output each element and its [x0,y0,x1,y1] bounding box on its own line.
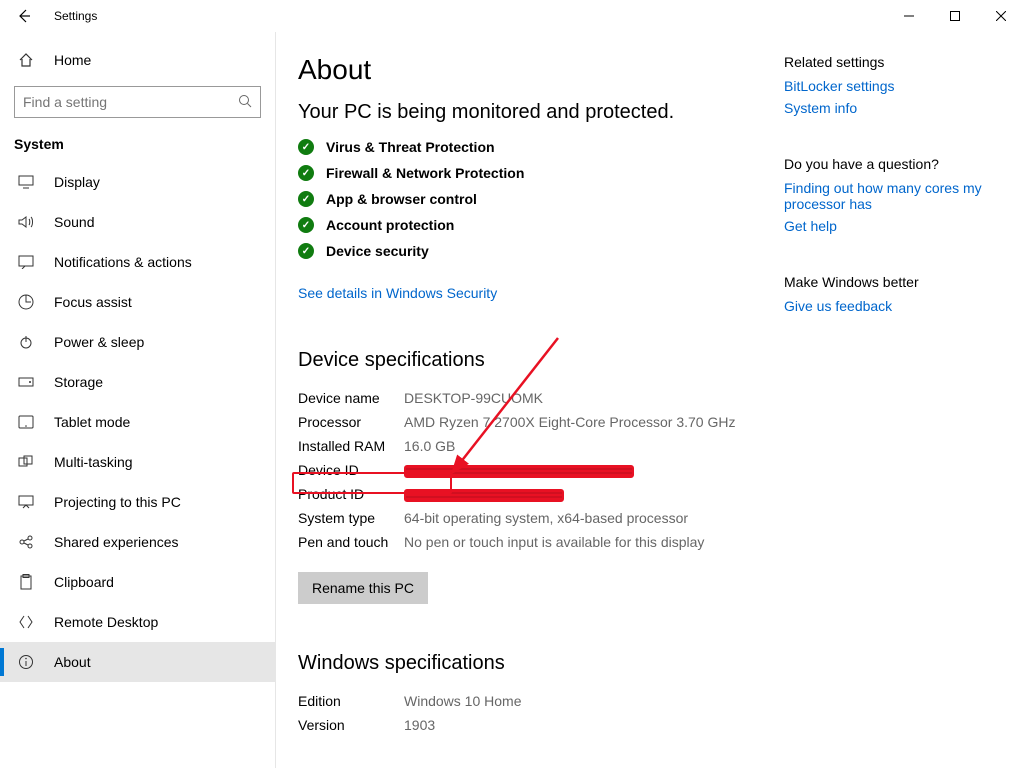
minimize-icon [904,11,914,21]
search-icon [238,94,252,111]
spec-row-device-id: Device ID [298,458,764,482]
sidebar-item-display[interactable]: Display [0,162,275,202]
sidebar-section-label: System [0,128,275,162]
projecting-icon [16,495,36,509]
sidebar-item-label: Tablet mode [54,414,130,430]
maximize-icon [950,11,960,21]
remote-icon [16,615,36,629]
spec-row-edition: Edition Windows 10 Home [298,689,764,713]
home-icon [16,52,36,68]
spec-row-pen-touch: Pen and touch No pen or touch input is a… [298,530,764,554]
search-input[interactable] [23,94,238,110]
about-icon [16,654,36,670]
window-controls [886,0,1024,32]
protection-heading: Your PC is being monitored and protected… [298,100,764,125]
protection-item: ✓Firewall & Network Protection [298,165,764,181]
sidebar-item-label: Display [54,174,100,190]
shared-icon [16,534,36,550]
search-box[interactable] [14,86,261,118]
back-arrow-icon [17,9,31,23]
sidebar-item-multitasking[interactable]: Multi-tasking [0,442,275,482]
notifications-icon [16,255,36,269]
display-icon [16,175,36,189]
focus-assist-icon [16,294,36,310]
bitlocker-link[interactable]: BitLocker settings [784,78,1004,94]
device-spec-heading: Device specifications [298,349,764,372]
cores-link[interactable]: Finding out how many cores my processor … [784,180,1004,212]
get-help-link[interactable]: Get help [784,218,1004,234]
close-icon [996,11,1006,21]
spec-row-product-id: Product ID [298,482,764,506]
sidebar-item-label: Sound [54,214,94,230]
back-button[interactable] [8,0,40,32]
redacted-value [404,486,764,502]
window-title: Settings [54,9,97,23]
page-title: About [298,54,764,86]
multitasking-icon [16,455,36,469]
clipboard-icon [16,574,36,590]
minimize-button[interactable] [886,0,932,32]
check-icon: ✓ [298,243,314,259]
sidebar-item-storage[interactable]: Storage [0,362,275,402]
rename-pc-button[interactable]: Rename this PC [298,572,428,604]
sidebar-item-label: About [54,654,91,670]
maximize-button[interactable] [932,0,978,32]
sidebar-item-label: Focus assist [54,294,132,310]
sidebar-item-label: Notifications & actions [54,254,192,270]
protection-item: ✓Virus & Threat Protection [298,139,764,155]
check-icon: ✓ [298,165,314,181]
windows-spec-table: Edition Windows 10 Home Version 1903 [298,689,764,737]
sidebar-item-sound[interactable]: Sound [0,202,275,242]
aside: Related settings BitLocker settings Syst… [784,54,1004,768]
spec-row-processor: Processor AMD Ryzen 7 2700X Eight-Core P… [298,410,764,434]
windows-spec-heading: Windows specifications [298,652,764,675]
sidebar: Home System Display Sound Notifications … [0,32,276,768]
sound-icon [16,215,36,229]
sidebar-item-label: Remote Desktop [54,614,158,630]
storage-icon [16,377,36,387]
check-icon: ✓ [298,191,314,207]
protection-list: ✓Virus & Threat Protection ✓Firewall & N… [298,139,764,259]
check-icon: ✓ [298,217,314,233]
sidebar-home[interactable]: Home [0,40,275,80]
sidebar-item-focus-assist[interactable]: Focus assist [0,282,275,322]
protection-item: ✓Device security [298,243,764,259]
close-button[interactable] [978,0,1024,32]
protection-item: ✓Account protection [298,217,764,233]
check-icon: ✓ [298,139,314,155]
sidebar-item-tablet[interactable]: Tablet mode [0,402,275,442]
better-heading: Make Windows better [784,274,1004,290]
sidebar-item-remote[interactable]: Remote Desktop [0,602,275,642]
spec-row-device-name: Device name DESKTOP-99CUOMK [298,386,764,410]
related-heading: Related settings [784,54,1004,70]
sidebar-item-about[interactable]: About [0,642,275,682]
sidebar-item-label: Multi-tasking [54,454,133,470]
feedback-link[interactable]: Give us feedback [784,298,1004,314]
sidebar-item-notifications[interactable]: Notifications & actions [0,242,275,282]
spec-row-system-type: System type 64-bit operating system, x64… [298,506,764,530]
redacted-value [404,462,764,478]
sidebar-home-label: Home [54,52,91,68]
question-heading: Do you have a question? [784,156,1004,172]
device-spec-table: Device name DESKTOP-99CUOMK Processor AM… [298,386,764,554]
system-info-link[interactable]: System info [784,100,1004,116]
tablet-icon [16,415,36,429]
sidebar-item-label: Power & sleep [54,334,144,350]
sidebar-item-clipboard[interactable]: Clipboard [0,562,275,602]
sidebar-item-label: Storage [54,374,103,390]
content: About Your PC is being monitored and pro… [298,54,764,768]
sidebar-item-label: Clipboard [54,574,114,590]
titlebar: Settings [0,0,1024,32]
sidebar-item-shared[interactable]: Shared experiences [0,522,275,562]
sidebar-item-projecting[interactable]: Projecting to this PC [0,482,275,522]
spec-row-ram: Installed RAM 16.0 GB [298,434,764,458]
protection-item: ✓App & browser control [298,191,764,207]
sidebar-item-label: Shared experiences [54,534,179,550]
sidebar-item-power[interactable]: Power & sleep [0,322,275,362]
power-icon [16,334,36,350]
sidebar-item-label: Projecting to this PC [54,494,181,510]
security-details-link[interactable]: See details in Windows Security [298,285,497,301]
spec-row-version: Version 1903 [298,713,764,737]
